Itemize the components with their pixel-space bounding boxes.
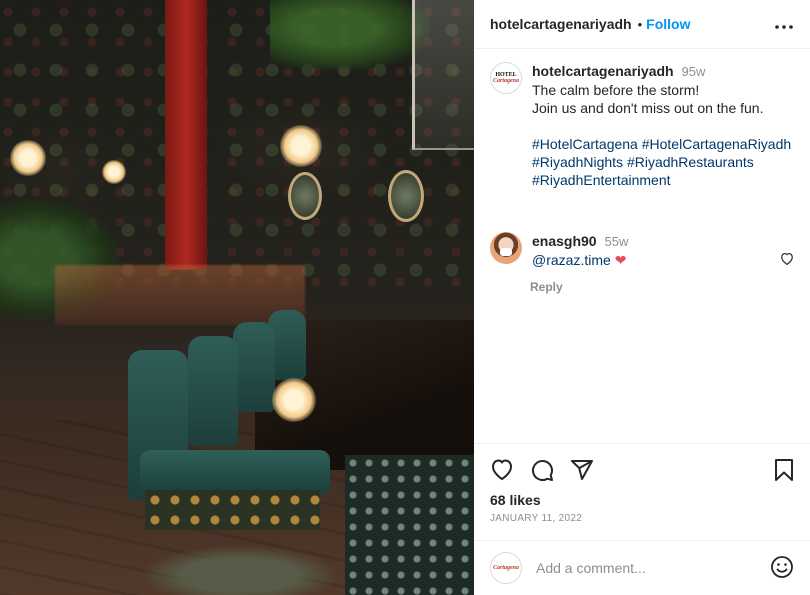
hashtag-link[interactable]: #HotelCartagena #HotelCartagenaRiyadh <box>532 135 791 153</box>
caption-timestamp[interactable]: 95w <box>682 64 706 79</box>
author-username[interactable]: hotelcartagenariyadh <box>490 16 632 32</box>
caption-username[interactable]: hotelcartagenariyadh <box>532 63 674 79</box>
mention-link[interactable]: @razaz.time <box>532 252 611 268</box>
red-heart-emoji: ❤ <box>614 252 627 268</box>
candle-light <box>272 378 316 422</box>
reply-button[interactable]: Reply <box>530 280 563 294</box>
commenter-username[interactable]: enasgh90 <box>532 233 597 249</box>
velvet-chair <box>188 336 238 446</box>
post-date[interactable]: JANUARY 11, 2022 <box>490 513 582 524</box>
comment: enasgh90 55w @razaz.time ❤ <box>490 232 796 269</box>
caption-text-line: The calm before the storm! <box>532 82 700 98</box>
avatar[interactable]: HOTEL Cartagena <box>490 62 522 94</box>
hashtag-link[interactable]: #RiyadhEntertainment <box>532 171 791 189</box>
caption: HOTEL Cartagena hotelcartagenariyadh 95w… <box>490 62 796 189</box>
post-panel: hotelcartagenariyadh • Follow HOTEL Cart… <box>474 0 810 595</box>
separator-dot: • <box>637 16 643 32</box>
hotel-logo: Cartagena <box>492 565 519 571</box>
pendant-lamp <box>280 125 322 167</box>
wall-sconce <box>102 160 126 184</box>
smiley-icon[interactable] <box>770 555 794 582</box>
comment-input[interactable] <box>536 560 756 576</box>
bar-base <box>345 455 474 595</box>
send-icon[interactable] <box>570 458 594 485</box>
actions-section: 68 likes JANUARY 11, 2022 <box>474 443 810 524</box>
foreground-plant <box>140 545 340 595</box>
oval-mirror <box>288 172 322 220</box>
chair-seat <box>140 450 330 495</box>
comment-timestamp[interactable]: 55w <box>604 234 628 249</box>
current-user-avatar: Cartagena <box>490 552 522 584</box>
hanging-plants <box>270 0 430 70</box>
glass-planter <box>412 0 474 150</box>
post-image[interactable] <box>0 0 474 595</box>
red-column <box>165 0 207 270</box>
follow-button[interactable]: Follow <box>646 16 690 32</box>
bookmark-icon[interactable] <box>774 458 794 485</box>
comment-like-heart-icon[interactable] <box>780 252 794 268</box>
comment-icon[interactable] <box>530 458 554 485</box>
dining-tables <box>55 265 305 325</box>
add-comment-bar: Cartagena <box>474 540 810 595</box>
hotel-logo: HOTEL Cartagena <box>492 72 519 84</box>
oval-mirror <box>388 170 424 222</box>
action-bar <box>490 458 794 484</box>
velvet-chair <box>233 322 275 412</box>
chair-base <box>145 490 320 530</box>
like-count[interactable]: 68 likes <box>490 492 541 508</box>
wall-sconce <box>10 140 46 176</box>
post-header: hotelcartagenariyadh • Follow <box>474 0 810 49</box>
comment-body: enasgh90 55w @razaz.time ❤ <box>532 232 628 269</box>
heart-icon[interactable] <box>490 458 514 485</box>
caption-body: hotelcartagenariyadh 95w The calm before… <box>532 62 791 189</box>
commenter-avatar[interactable] <box>490 232 522 264</box>
more-options-icon[interactable] <box>774 14 794 35</box>
hashtag-link[interactable]: #RiyadhNights #RiyadhRestaurants <box>532 153 791 171</box>
caption-text-line: Join us and don't miss out on the fun. <box>532 100 764 116</box>
